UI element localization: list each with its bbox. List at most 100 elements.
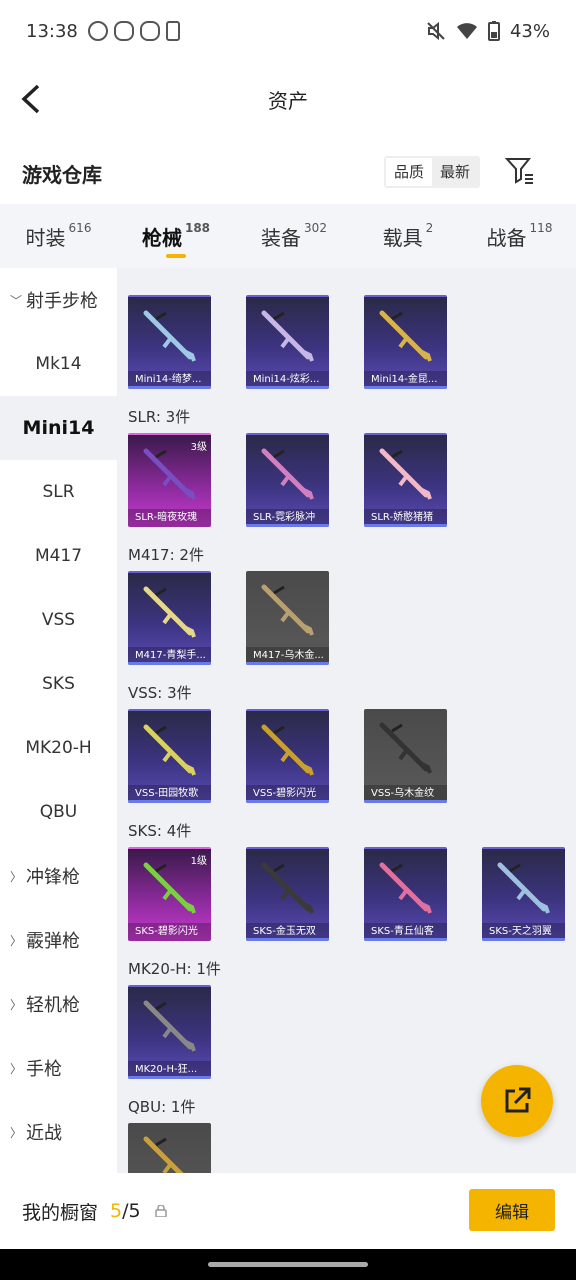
chevron-right-icon: 〉	[10, 1125, 23, 1140]
rifle-icon	[143, 1000, 196, 1052]
sidebar-item-slr[interactable]: SLR	[0, 460, 117, 524]
sidebar-group-shotgun[interactable]: 〉霰弹枪	[0, 908, 117, 972]
phone-sync-icon	[165, 21, 180, 41]
tab-count: 188	[184, 221, 211, 235]
rarity-underline	[128, 386, 211, 389]
mute-icon	[427, 21, 445, 41]
sidebar-item-mini14[interactable]: Mini14	[0, 396, 117, 460]
sidebar-label: 近战	[26, 1123, 62, 1144]
tab-vehicles[interactable]: 载具 2	[353, 204, 463, 268]
showcase-label: 我的橱窗	[22, 1201, 99, 1224]
weapon-skin-card[interactable]: VSS-田园牧歌	[128, 709, 211, 803]
section-label: QBU: 1件	[128, 1098, 196, 1116]
tab-label: 战备	[486, 225, 527, 250]
tab-count: 302	[304, 221, 327, 235]
sidebar-item-mk20h[interactable]: MK20-H	[0, 716, 117, 780]
rifle-icon	[261, 310, 314, 362]
sidebar-group-lmg[interactable]: 〉轻机枪	[0, 972, 117, 1036]
rifle-icon	[497, 862, 550, 914]
weapon-skin-card[interactable]: SLR-娇憨猪猪	[364, 433, 447, 527]
weapon-skin-name: SLR-暗夜玫瑰	[128, 509, 211, 527]
level-badge: 1级	[190, 856, 207, 867]
weapon-skin-card[interactable]: Mini14-绮梦...	[128, 295, 211, 389]
edit-button[interactable]: 编辑	[469, 1189, 555, 1231]
battery-percent: 43%	[509, 20, 550, 42]
sidebar-item-m417[interactable]: M417	[0, 524, 117, 588]
rifle-icon	[143, 586, 196, 638]
weapon-skin-card[interactable]: VSS-碧影闪光	[246, 709, 329, 803]
tab-count: 616	[68, 221, 92, 235]
weapon-skin-card[interactable]: Mini14-炫彩...	[246, 295, 329, 389]
sidebar-label: 冲锋枪	[26, 867, 80, 888]
page-title: 资产	[268, 88, 308, 113]
wifi-icon	[456, 23, 477, 39]
sidebar-group-pistol[interactable]: 〉手枪	[0, 1036, 117, 1100]
weapon-skin-card[interactable]	[128, 1123, 211, 1173]
tab-firearms[interactable]: 枪械 188	[117, 204, 235, 268]
rarity-underline	[482, 938, 565, 941]
rifle-icon	[379, 862, 432, 914]
tab-equipment[interactable]: 装备 302	[235, 204, 353, 268]
rarity-underline	[128, 662, 211, 665]
category-tabs: 时装 616 枪械 188 装备 302 载具 2 战备 118	[0, 204, 576, 268]
sidebar-group-melee[interactable]: 〉近战	[0, 1100, 117, 1164]
sort-quality-button[interactable]: 品质	[386, 158, 433, 186]
showcase-count-total: /5	[122, 1200, 141, 1222]
sidebar-item-mk14[interactable]: Mk14	[0, 332, 117, 396]
page-header: 资产	[0, 66, 576, 132]
lock-icon	[154, 1205, 167, 1217]
rifle-icon	[143, 310, 196, 362]
rarity-underline	[246, 524, 329, 527]
tab-supplies[interactable]: 战备 118	[463, 204, 576, 268]
rifle-icon	[379, 448, 432, 500]
external-link-icon	[505, 1087, 531, 1113]
weapon-skin-card[interactable]: MK20-H-狂...	[128, 985, 211, 1079]
weapon-skin-card[interactable]: SLR-霓彩脉冲	[246, 433, 329, 527]
tab-count: 2	[425, 221, 434, 235]
weapon-skin-card[interactable]: Mini14-金昆...	[364, 295, 447, 389]
sidebar-group-smg[interactable]: 〉冲锋枪	[0, 844, 117, 908]
status-bar: 13:38 43%	[0, 0, 576, 62]
weapon-skin-card[interactable]: M417-青梨手...	[128, 571, 211, 665]
rifle-icon	[261, 862, 314, 914]
weapon-skin-card[interactable]: M417-乌木金...	[246, 571, 329, 665]
rarity-underline	[246, 938, 329, 941]
back-arrow-icon[interactable]	[18, 82, 48, 116]
sidebar-label: 霰弹枪	[26, 931, 80, 952]
sort-latest-button[interactable]: 最新	[432, 158, 478, 186]
tab-label: 装备	[261, 225, 302, 250]
sidebar-item-sks[interactable]: SKS	[0, 652, 117, 716]
tab-fashion[interactable]: 时装 616	[0, 204, 117, 268]
sidebar-group-marksman[interactable]: ﹀ 射手步枪	[0, 268, 117, 332]
weapon-skin-card[interactable]: 1级 SKS-碧影闪光	[128, 847, 211, 941]
tab-label: 时装	[25, 225, 66, 250]
status-time: 13:38	[26, 20, 78, 42]
weapon-skin-name: SKS-碧影闪光	[128, 923, 211, 941]
rifle-icon	[261, 724, 314, 776]
filter-icon[interactable]	[505, 156, 535, 186]
share-button[interactable]	[481, 1065, 553, 1137]
chevron-down-icon: ﹀	[10, 293, 23, 308]
showcase-count: 5/5	[110, 1200, 141, 1222]
home-indicator[interactable]	[208, 1262, 368, 1267]
sidebar-item-vss[interactable]: VSS	[0, 588, 117, 652]
tab-label: 载具	[382, 225, 423, 250]
rarity-underline	[246, 662, 329, 665]
rifle-icon	[261, 448, 314, 500]
weapon-sidebar: ﹀ 射手步枪 Mk14 Mini14 SLR M417 VSS SKS MK20-…	[0, 268, 117, 1173]
weapon-skin-card[interactable]: SKS-青丘仙客	[364, 847, 447, 941]
rarity-underline	[128, 1076, 211, 1079]
weapon-skin-card[interactable]: SKS-天之羽翼	[482, 847, 565, 941]
status-right: 43%	[426, 21, 550, 42]
showcase-count-current: 5	[110, 1200, 123, 1222]
sidebar-label: 射手步枪	[26, 291, 98, 312]
weapon-skin-card[interactable]: 3级 SLR-暗夜玫瑰	[128, 433, 211, 527]
rarity-underline	[246, 800, 329, 803]
weapon-skin-card[interactable]: VSS-乌木金纹	[364, 709, 447, 803]
rifle-icon	[379, 310, 432, 362]
warehouse-bar: 游戏仓库 品质 最新	[0, 150, 576, 196]
battery-icon	[487, 21, 500, 41]
sidebar-label: 轻机枪	[26, 995, 80, 1016]
weapon-skin-card[interactable]: SKS-金玉无双	[246, 847, 329, 941]
sidebar-item-qbu[interactable]: QBU	[0, 780, 117, 844]
